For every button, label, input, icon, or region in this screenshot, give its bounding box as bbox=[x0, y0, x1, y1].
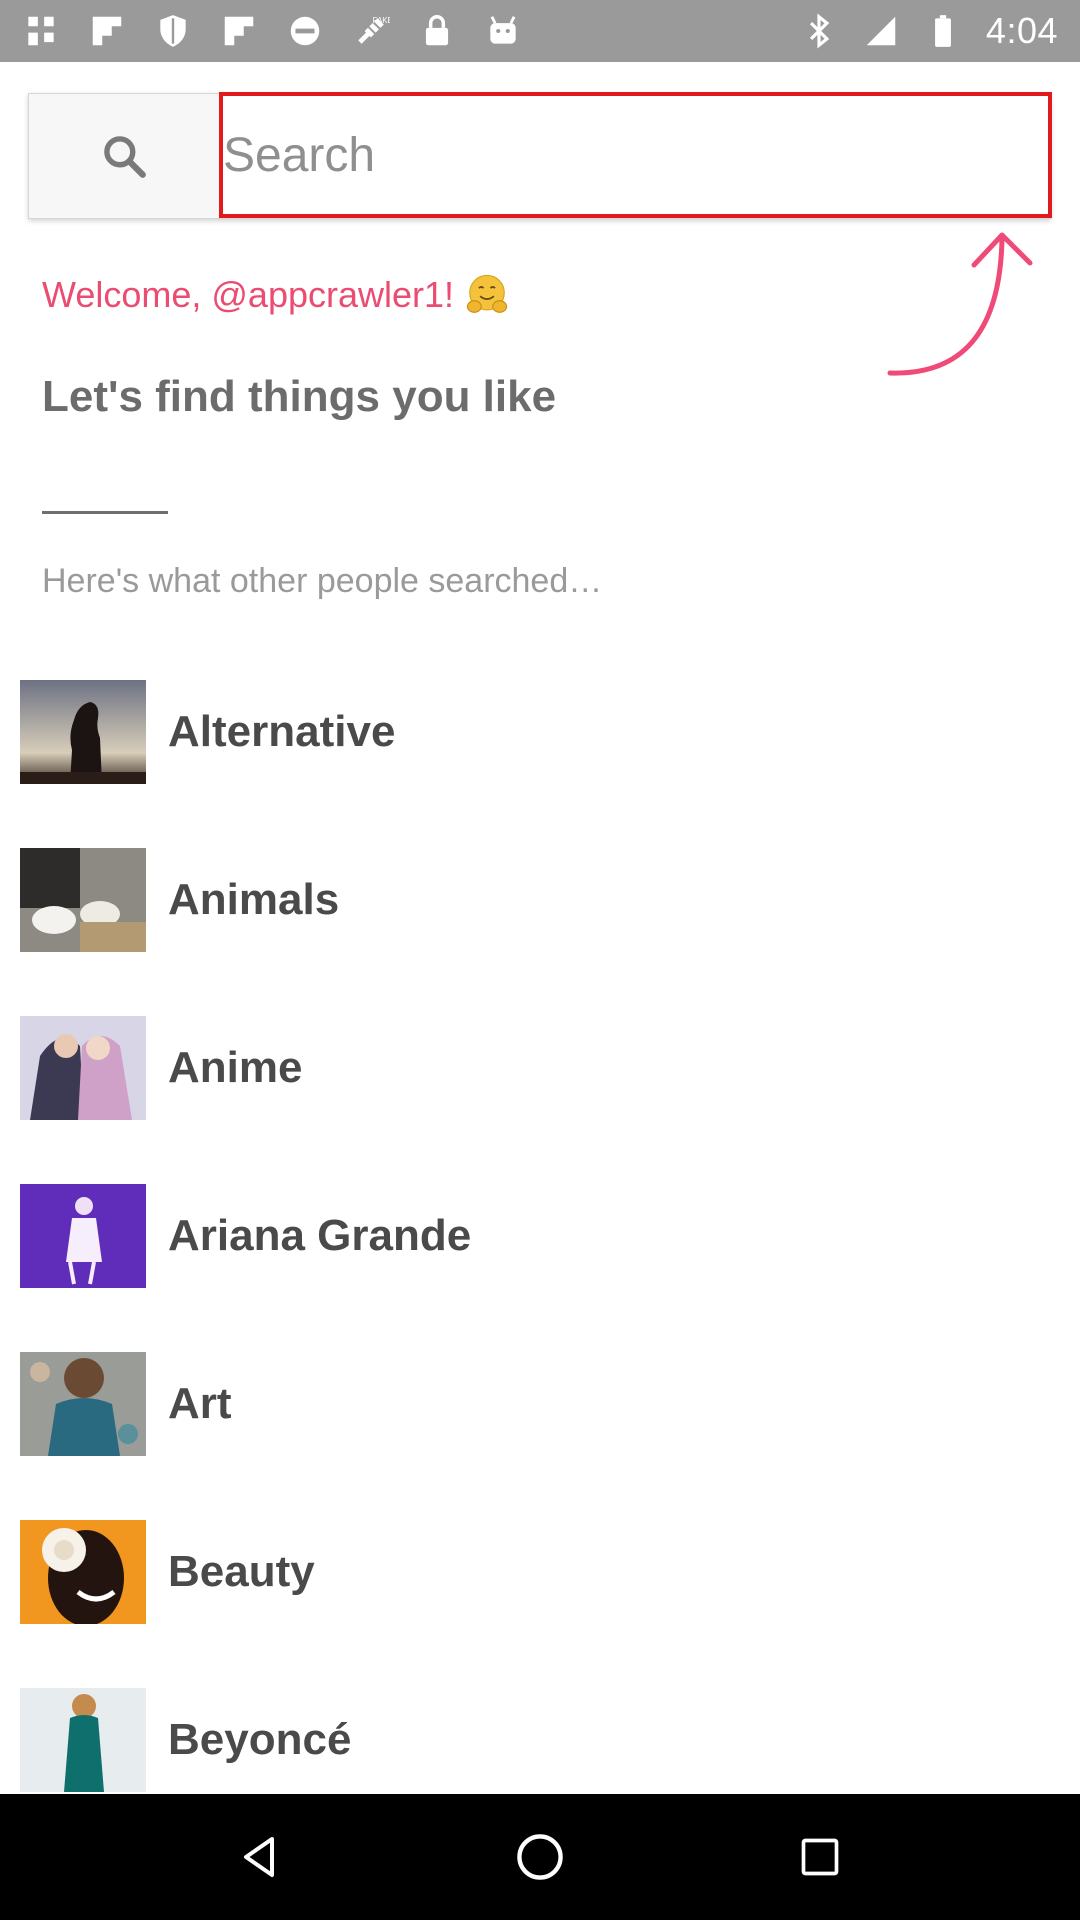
topic-label: Beyoncé bbox=[168, 1715, 352, 1764]
list-item-beyonce[interactable]: Beyoncé bbox=[20, 1688, 1060, 1792]
suggestions-caption: Here's what other people searched… bbox=[42, 562, 603, 600]
divider bbox=[42, 511, 168, 514]
battery-icon bbox=[935, 15, 951, 47]
android-icon bbox=[490, 16, 516, 44]
home-circle-icon bbox=[517, 1834, 563, 1880]
rabbits-thumbnail bbox=[20, 848, 146, 952]
home-button[interactable] bbox=[505, 1822, 575, 1892]
system-status: 4:04 bbox=[800, 10, 1058, 52]
recents-button[interactable] bbox=[785, 1822, 855, 1892]
lock-icon bbox=[425, 15, 449, 46]
welcome-message: Welcome, @appcrawler1! bbox=[42, 272, 510, 318]
topic-label: Alternative bbox=[168, 707, 396, 756]
search-button[interactable] bbox=[29, 94, 219, 218]
slack-icon bbox=[28, 16, 54, 46]
flipboard-icon bbox=[224, 16, 254, 46]
svg-text:FAKE: FAKE bbox=[373, 16, 390, 25]
list-item-ariana-grande[interactable]: Ariana Grande bbox=[20, 1184, 1060, 1288]
painting-woman-thumbnail bbox=[20, 1352, 146, 1456]
notification-icons: FAKE bbox=[22, 12, 522, 50]
search-bar bbox=[28, 92, 1052, 219]
back-triangle-icon bbox=[244, 1837, 274, 1877]
status-bar: FAKE 4:04 bbox=[0, 0, 1080, 62]
welcome-text: Welcome, @appcrawler1! bbox=[42, 274, 455, 315]
silhouette-sunset-thumbnail bbox=[20, 680, 146, 784]
signal-icon bbox=[866, 16, 896, 46]
do-not-disturb-icon bbox=[290, 16, 320, 46]
search-input[interactable] bbox=[219, 92, 1052, 218]
topic-label: Beauty bbox=[168, 1547, 315, 1596]
list-item-animals[interactable]: Animals bbox=[20, 848, 1060, 952]
list-item-beauty[interactable]: Beauty bbox=[20, 1520, 1060, 1624]
search-icon bbox=[104, 136, 146, 178]
system-navigation-bar bbox=[0, 1794, 1080, 1920]
anime-couple-thumbnail bbox=[20, 1016, 146, 1120]
woman-teal-dress-thumbnail bbox=[20, 1688, 146, 1792]
concert-stage-thumbnail bbox=[20, 1184, 146, 1288]
status-time: 4:04 bbox=[985, 10, 1058, 51]
topic-label: Art bbox=[168, 1379, 232, 1428]
arrow-up-hint-icon bbox=[887, 232, 1033, 376]
list-item-anime[interactable]: Anime bbox=[20, 1016, 1060, 1120]
shield-icon bbox=[160, 15, 186, 47]
topic-label: Ariana Grande bbox=[168, 1211, 472, 1260]
back-button[interactable] bbox=[225, 1822, 295, 1892]
hugging-face-emoji-icon bbox=[466, 274, 508, 313]
woman-with-flower-thumbnail bbox=[20, 1520, 146, 1624]
list-item-art[interactable]: Art bbox=[20, 1352, 1060, 1456]
bluetooth-icon bbox=[809, 13, 830, 49]
recents-square-icon bbox=[801, 1838, 839, 1876]
page-headline: Let's find things you like bbox=[42, 372, 557, 421]
list-item-alternative[interactable]: Alternative bbox=[20, 680, 1060, 784]
fake-gps-icon: FAKE bbox=[358, 16, 390, 44]
topic-label: Anime bbox=[168, 1043, 303, 1092]
topic-label: Animals bbox=[168, 875, 340, 924]
flipboard-icon bbox=[92, 16, 122, 46]
